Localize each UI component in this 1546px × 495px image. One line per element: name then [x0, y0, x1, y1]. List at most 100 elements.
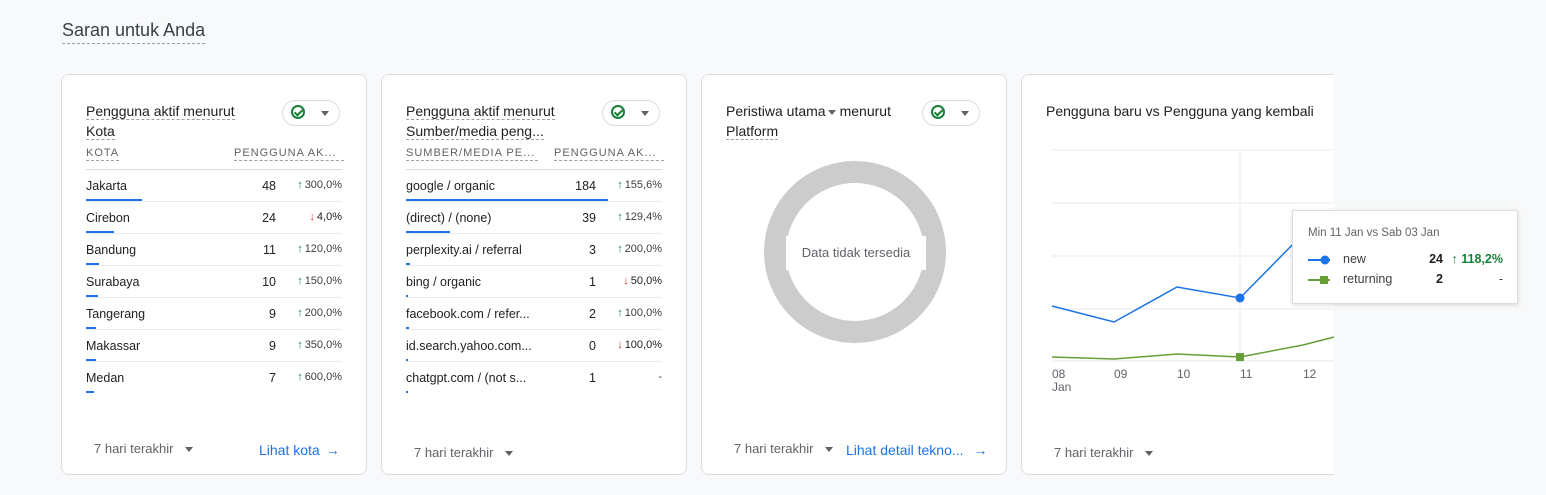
arrow-right-icon: →	[973, 442, 988, 458]
view-tech-details-link[interactable]: Lihat detail tekno... →	[846, 442, 988, 458]
row-change-text: 300,0%	[304, 179, 342, 191]
row-dimension: google / organic	[406, 179, 495, 193]
row-change: -	[602, 371, 662, 383]
date-range-label: 7 hari terakhir	[414, 445, 494, 460]
row-dimension: bing / organic	[406, 275, 482, 289]
row-change-text: 100,0%	[624, 339, 662, 351]
row-change: ↓ 100,0%	[602, 339, 662, 351]
date-range-selector[interactable]: 7 hari terakhir	[414, 445, 514, 460]
view-cities-label: Lihat kota	[259, 442, 320, 458]
card-active-users-by-source: Pengguna aktif menurut Sumber/media peng…	[381, 74, 687, 475]
chevron-down-icon	[825, 447, 834, 453]
row-dimension: (direct) / (none)	[406, 211, 492, 225]
row-dimension: Tangerang	[86, 307, 146, 321]
table-row[interactable]: id.search.yahoo.com... 0 ↓ 100,0%	[406, 329, 662, 361]
series-returning-icon	[1308, 276, 1330, 284]
row-change-text: 155,6%	[624, 179, 662, 191]
row-value: 48	[262, 179, 276, 193]
compare-toggle-button[interactable]	[602, 100, 660, 126]
column-header-source-medium[interactable]: SUMBER/MEDIA PE...	[406, 147, 538, 161]
check-circle-icon	[931, 105, 945, 119]
card-title: Pengguna aktif menurut Kota	[86, 101, 261, 141]
arrow-up-icon: ↑	[617, 179, 623, 191]
dimension-label: Platform	[726, 123, 779, 140]
compare-toggle-button[interactable]	[282, 100, 340, 126]
date-range-selector[interactable]: 7 hari terakhir	[1054, 445, 1154, 460]
row-change-text: 200,0%	[304, 307, 342, 319]
date-range-selector[interactable]: 7 hari terakhir	[94, 441, 194, 456]
row-change: ↑ 600,0%	[282, 371, 342, 383]
tooltip-title: Min 11 Jan vs Sab 03 Jan	[1308, 227, 1440, 239]
metric-selector[interactable]: Peristiwa utama	[726, 103, 826, 119]
row-change: ↑ 129,4%	[602, 211, 662, 223]
card-title-text: Pengguna aktif menurut Kota	[86, 103, 235, 140]
card-title: Pengguna aktif menurut Sumber/media peng…	[406, 101, 581, 141]
row-change-text: 150,0%	[304, 275, 342, 287]
table-row[interactable]: Medan 7 ↑ 600,0%	[86, 361, 342, 393]
card-active-users-by-city: Pengguna aktif menurut Kota KOTA PENGGUN…	[61, 74, 367, 475]
table-row[interactable]: perplexity.ai / referral 3 ↑ 200,0%	[406, 233, 662, 265]
column-header-city[interactable]: KOTA	[86, 147, 120, 161]
row-value: 184	[575, 179, 596, 193]
chevron-down-icon	[321, 111, 329, 116]
table-row[interactable]: Jakarta 48 ↑ 300,0%	[86, 169, 342, 201]
x-tick-label: 11	[1240, 367, 1253, 381]
table-row[interactable]: Tangerang 9 ↑ 200,0%	[86, 297, 342, 329]
row-change-text: -	[658, 371, 662, 383]
chevron-down-icon	[505, 451, 514, 457]
tooltip-new-change: ↑ 118,2%	[1451, 252, 1503, 266]
point-new-11[interactable]	[1235, 293, 1245, 303]
arrow-down-icon: ↓	[617, 339, 623, 351]
row-proportion-bar	[86, 391, 94, 393]
tooltip-returning-value: 2	[1436, 272, 1443, 286]
row-value: 24	[262, 211, 276, 225]
row-value: 0	[589, 339, 596, 353]
x-tick-label: 08	[1052, 367, 1066, 381]
date-range-label: 7 hari terakhir	[1054, 445, 1134, 460]
table-row[interactable]: Cirebon 24 ↓ 4,0%	[86, 201, 342, 233]
row-change: ↓ 50,0%	[602, 275, 662, 287]
arrow-down-icon: ↓	[309, 211, 315, 223]
row-change-text: 50,0%	[630, 275, 662, 287]
compare-toggle-button[interactable]	[922, 100, 980, 126]
row-value: 10	[262, 275, 276, 289]
table-row[interactable]: Surabaya 10 ↑ 150,0%	[86, 265, 342, 297]
row-change: ↑ 350,0%	[282, 339, 342, 351]
row-change: ↑ 200,0%	[602, 243, 662, 255]
table-row[interactable]: Bandung 11 ↑ 120,0%	[86, 233, 342, 265]
row-value: 3	[589, 243, 596, 257]
row-change-text: 350,0%	[304, 339, 342, 351]
row-change: ↑ 155,6%	[602, 179, 662, 191]
card-title: Peristiwa utama menurut Platform	[726, 101, 916, 141]
table-row[interactable]: google / organic 184 ↑ 155,6%	[406, 169, 662, 201]
table-row[interactable]: Makassar 9 ↑ 350,0%	[86, 329, 342, 361]
date-range-label: 7 hari terakhir	[734, 441, 814, 456]
table-row[interactable]: bing / organic 1 ↓ 50,0%	[406, 265, 662, 297]
tooltip-returning-label: returning	[1343, 272, 1393, 286]
row-dimension: perplexity.ai / referral	[406, 243, 522, 257]
table-row[interactable]: facebook.com / refer... 2 ↑ 100,0%	[406, 297, 662, 329]
table-row[interactable]: chatgpt.com / (not s... 1 -	[406, 361, 662, 393]
tooltip-new-value: 24	[1429, 252, 1443, 266]
x-tick-sublabel: Jan	[1052, 380, 1072, 394]
x-tick-label: 10	[1177, 367, 1191, 381]
point-returning-11[interactable]	[1236, 353, 1244, 361]
column-header-active-users[interactable]: PENGGUNA AK...	[554, 147, 664, 161]
x-tick-label: 12	[1303, 367, 1317, 381]
table-row[interactable]: (direct) / (none) 39 ↑ 129,4%	[406, 201, 662, 233]
arrow-up-icon: ↑	[297, 275, 303, 287]
no-data-message: Data tidak tersedia	[786, 236, 926, 270]
row-value: 9	[269, 307, 276, 321]
view-cities-link[interactable]: Lihat kota →	[259, 442, 340, 458]
arrow-down-icon: ↓	[623, 275, 629, 287]
card-key-events-by-platform: Peristiwa utama menurut Platform Data tid…	[701, 74, 1007, 475]
arrow-up-icon: ↑	[297, 179, 303, 191]
arrow-up-icon: ↑	[297, 307, 303, 319]
row-change-text: 129,4%	[624, 211, 662, 223]
x-tick-label: 09	[1114, 367, 1128, 381]
column-header-active-users[interactable]: PENGGUNA AK...	[234, 147, 344, 161]
date-range-selector[interactable]: 7 hari terakhir	[734, 441, 834, 456]
row-change: ↑ 150,0%	[282, 275, 342, 287]
arrow-up-icon: ↑	[617, 243, 623, 255]
arrow-right-icon: →	[325, 442, 340, 458]
